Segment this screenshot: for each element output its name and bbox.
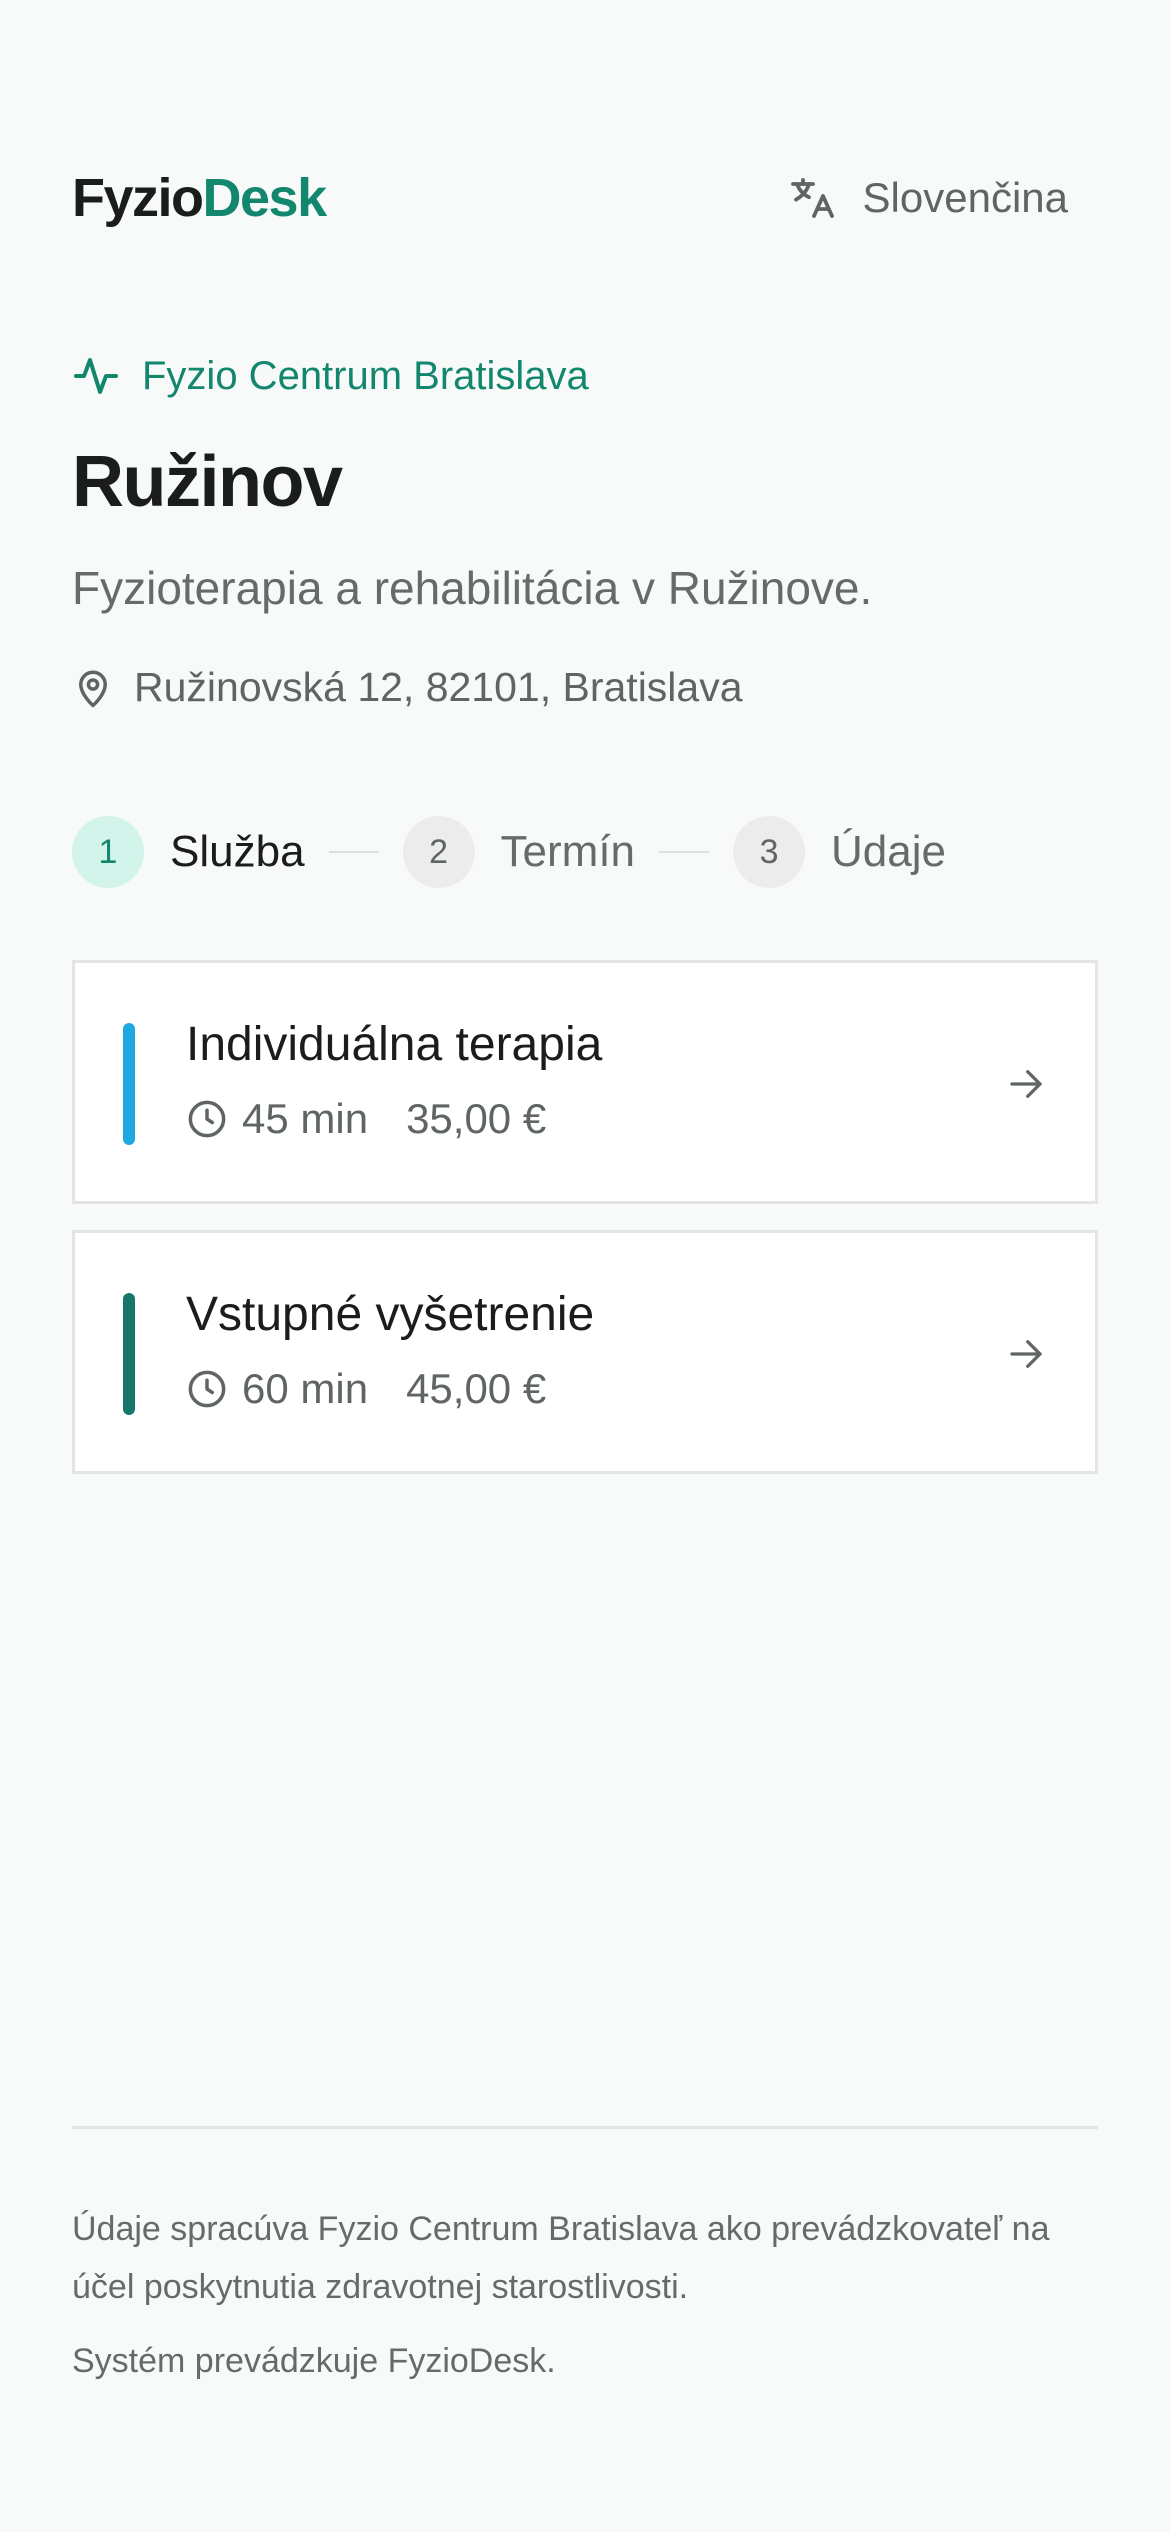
service-meta: 60 min 45,00 € [186,1365,546,1413]
language-switcher[interactable]: Slovenčina [789,174,1068,222]
clinic-description: Fyzioterapia a rehabilitácia v Ružinove. [72,562,873,614]
footer-operator-note: Systém prevádzkuje FyzioDesk. [72,2342,556,2380]
service-color-bar [123,1293,135,1415]
clinic-address: Ružinovská 12, 82101, Bratislava [72,664,743,711]
service-price: 35,00 € [406,1095,547,1142]
service-name: Individuálna terapia [186,1018,603,1071]
service-duration: 60 min [242,1365,369,1412]
clock-icon [188,1100,226,1138]
arrow-right-icon [1010,1340,1042,1368]
step-number: 3 [733,816,806,888]
organization-name: Fyzio Centrum Bratislava [142,353,589,398]
service-color-bar [123,1023,135,1145]
service-price: 45,00 € [406,1365,547,1412]
step-service: 1 Služba [72,816,305,888]
arrow-right-icon [1010,1070,1042,1098]
step-separator [659,851,710,853]
clock-icon [188,1370,226,1408]
step-label: Služba [170,827,305,876]
service-list: Individuálna terapia 45 min 35,00 € Vstu… [72,960,1098,1500]
footer-privacy-notice: Údaje spracúva Fyzio Centrum Bratislava … [72,2210,1050,2306]
service-name: Vstupné vyšetrenie [186,1288,595,1341]
app-logo[interactable]: FyzioDesk [72,167,328,229]
address-text: Ružinovská 12, 82101, Bratislava [134,664,743,710]
step-number: 1 [72,816,144,888]
map-pin-icon [79,670,107,707]
service-card-initial-examination[interactable]: Vstupné vyšetrenie 60 min 45,00 € [72,1230,1098,1474]
logo-text-primary: Fyzio [72,168,204,228]
service-duration: 45 min [242,1095,369,1142]
header: FyzioDesk Slovenčina [72,160,1098,236]
clinic-organization: Fyzio Centrum Bratislava [72,352,589,400]
step-separator [328,851,379,853]
booking-stepper: 1 Služba 2 Termín 3 Údaje [72,816,946,888]
page-title: Ružinov [72,442,343,522]
step-number: 2 [402,816,475,888]
logo-text-accent: Desk [202,168,328,228]
step-details: 3 Údaje [733,816,946,888]
service-meta: 45 min 35,00 € [186,1095,546,1143]
booking-page: FyzioDesk Slovenčina Fyzio Centrum Brati… [72,0,1098,2532]
activity-pulse-icon [74,358,118,394]
service-card-individual-therapy[interactable]: Individuálna terapia 45 min 35,00 € [72,960,1098,1204]
step-label: Údaje [831,827,946,876]
footer-divider [72,2126,1098,2129]
translate-icon [790,178,834,218]
step-label: Termín [500,827,636,876]
step-time: 2 Termín [402,816,636,888]
language-label: Slovenčina [862,174,1068,221]
